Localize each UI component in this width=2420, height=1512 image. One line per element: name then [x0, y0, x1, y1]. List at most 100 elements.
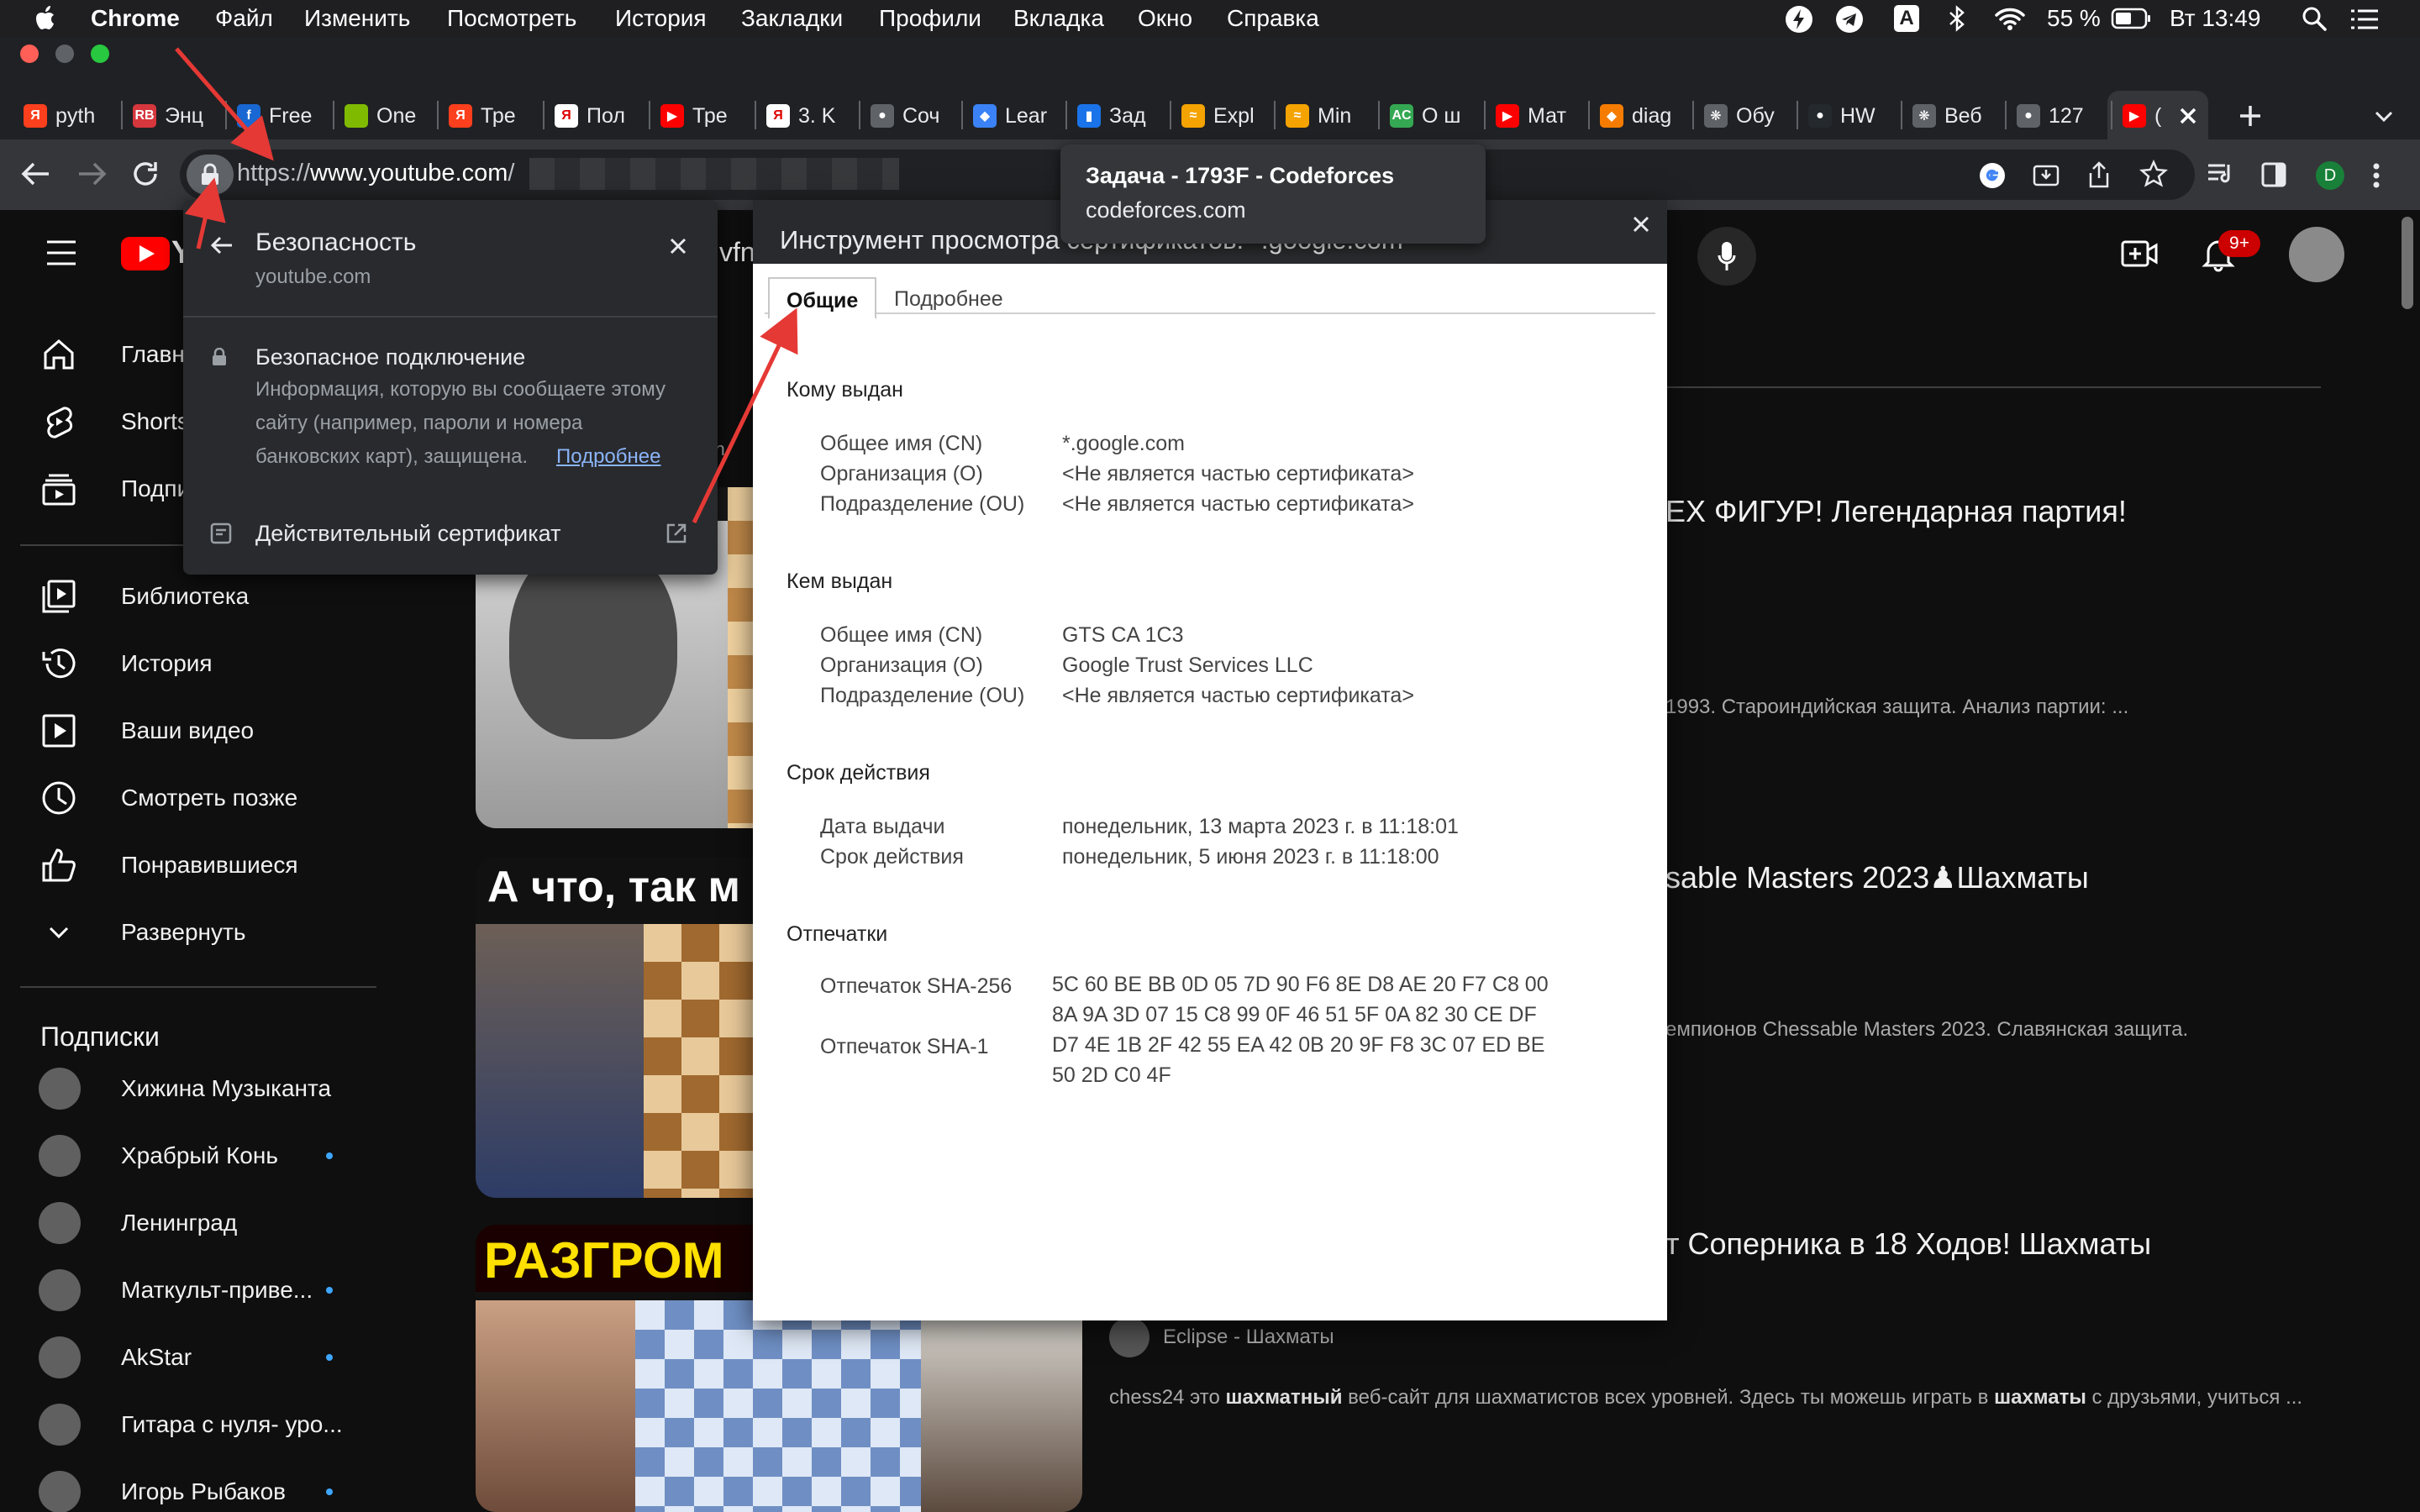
menu-history[interactable]: История	[615, 5, 707, 32]
control-center-icon[interactable]	[2349, 7, 2380, 32]
browser-tab[interactable]: ▮ Зад	[1077, 94, 1158, 138]
browser-tab[interactable]: ▶ Тре	[660, 94, 744, 138]
field-key: Срок действия	[820, 845, 964, 869]
browser-tab[interactable]: ● 127	[2017, 94, 2097, 138]
menu-profiles[interactable]: Профили	[879, 5, 981, 32]
account-avatar[interactable]	[2289, 227, 2344, 282]
close-icon[interactable]	[669, 237, 687, 255]
browser-tab[interactable]: RB Энц	[133, 94, 217, 138]
battery-icon[interactable]	[2111, 7, 2151, 30]
channel-avatar[interactable]	[1109, 1317, 1150, 1357]
side-panel-icon[interactable]	[2260, 161, 2287, 188]
subscription-item[interactable]: AkStar	[0, 1324, 370, 1391]
browser-tab[interactable]: AC О ш	[1390, 94, 1470, 138]
subscription-item[interactable]: Игорь Рыбаков	[0, 1458, 370, 1512]
tab-separator	[1065, 101, 1067, 129]
clock[interactable]: Вт 13:49	[2170, 5, 2260, 32]
menu-app-name[interactable]: Chrome	[91, 5, 180, 32]
learn-more-link[interactable]: Подробнее	[556, 445, 660, 469]
back-arrow-icon[interactable]	[210, 235, 234, 255]
bookmark-star-icon[interactable]	[2139, 160, 2168, 188]
hamburger-menu-icon[interactable]	[45, 239, 77, 267]
url-scheme: https://	[237, 160, 311, 186]
profile-avatar[interactable]: D	[2316, 161, 2344, 190]
input-source-icon[interactable]: A	[1894, 5, 1919, 32]
reload-icon[interactable]	[129, 158, 161, 190]
back-icon[interactable]	[20, 160, 52, 188]
video-title-1[interactable]: ЕХ ФИГУР! Легендарная партия!	[1665, 494, 2127, 529]
site-info-button[interactable]	[187, 155, 234, 195]
page-scrollbar[interactable]	[2391, 210, 2420, 1512]
subscription-item[interactable]: Гитара с нуля- уро...	[0, 1391, 370, 1458]
subscription-item[interactable]: Храбрый Конь	[0, 1122, 370, 1189]
browser-tab[interactable]: ● HW	[1808, 94, 1889, 138]
voice-search-button[interactable]	[1697, 227, 1756, 286]
window-minimize-button[interactable]	[55, 45, 74, 63]
menu-edit[interactable]: Изменить	[304, 5, 410, 32]
browser-tab[interactable]: ▶(	[2123, 94, 2173, 138]
window-zoom-button[interactable]	[91, 45, 109, 63]
browser-tab[interactable]: One	[345, 94, 425, 138]
new-tab-icon[interactable]	[2237, 102, 2264, 129]
create-video-icon[interactable]	[2121, 239, 2158, 269]
sidebar-item-history[interactable]: История	[0, 630, 370, 697]
browser-tab[interactable]: ◆ diag	[1600, 94, 1681, 138]
reading-list-icon[interactable]	[2207, 161, 2235, 186]
subscription-item[interactable]: Маткульт-приве...	[0, 1257, 370, 1324]
menu-view[interactable]: Посмотреть	[447, 5, 576, 32]
connection-desc-line1: Информация, которую вы сообщаете этому	[255, 378, 666, 401]
subscription-name: Ленинград	[121, 1210, 238, 1236]
browser-tab[interactable]: ≈ Expl	[1181, 94, 1262, 138]
wifi-icon[interactable]	[1993, 5, 2027, 32]
browser-tab[interactable]: Я 3. K	[766, 94, 850, 138]
channel-name[interactable]: Eclipse - Шахматы	[1163, 1326, 1334, 1349]
tab-separator	[1378, 101, 1380, 129]
browser-tab[interactable]: Я Тре	[449, 94, 533, 138]
browser-tab[interactable]: Я Пол	[555, 94, 639, 138]
subscription-item[interactable]: Хижина Музыканта	[0, 1055, 370, 1122]
browser-tab[interactable]: ≈ Min	[1286, 94, 1366, 138]
browser-tab[interactable]: Яpyth	[24, 94, 104, 138]
scrollbar-thumb[interactable]	[2402, 217, 2413, 309]
window-close-button[interactable]	[20, 45, 39, 63]
browser-tab[interactable]: f Free	[237, 94, 321, 138]
google-lens-icon[interactable]	[1978, 161, 2007, 190]
close-tab-icon[interactable]	[2176, 104, 2200, 128]
sidebar-item-liked[interactable]: Понравившиеся	[0, 832, 370, 899]
bluetooth-icon[interactable]	[1948, 5, 1966, 32]
forward-icon[interactable]	[76, 160, 108, 188]
video-title-3[interactable]: т Соперника в 18 Ходов! Шахматы	[1665, 1226, 2151, 1262]
browser-tab[interactable]: ● Соч	[871, 94, 955, 138]
subscription-item[interactable]: Ленинград	[0, 1189, 370, 1257]
certificate-row[interactable]: Действительный сертификат	[183, 502, 718, 575]
menu-window[interactable]: Окно	[1138, 5, 1192, 32]
telegram-status-icon[interactable]	[1835, 5, 1864, 34]
menu-bookmarks[interactable]: Закладки	[741, 5, 843, 32]
menu-file[interactable]: Файл	[215, 5, 273, 32]
bolt-status-icon[interactable]	[1785, 5, 1813, 34]
menu-help[interactable]: Справка	[1227, 5, 1319, 32]
url-text[interactable]: https://www.youtube.com/	[237, 160, 514, 187]
sidebar-item-watch-later[interactable]: Смотреть позже	[0, 764, 370, 832]
chrome-menu-icon[interactable]	[2371, 161, 2381, 190]
tab-search-chevron-icon[interactable]	[2371, 104, 2396, 129]
browser-tab[interactable]: ❋ Веб	[1912, 94, 1993, 138]
install-app-icon[interactable]	[2032, 161, 2060, 190]
youtube-logo-icon[interactable]	[121, 237, 170, 270]
browser-tab[interactable]: ◆ Lear	[973, 94, 1057, 138]
video-title-2[interactable]: sable Masters 2023♟Шахматы	[1665, 860, 2089, 895]
field-value: понедельник, 5 июня 2023 г. в 11:18:00	[1062, 845, 1439, 869]
tab-details[interactable]: Подробнее	[877, 277, 1020, 319]
browser-tab[interactable]: ▶ Мат	[1496, 94, 1576, 138]
tab-general[interactable]: Общие	[768, 277, 877, 319]
notifications-badge: 9+	[2218, 230, 2260, 257]
spotlight-search-icon[interactable]	[2301, 5, 2328, 32]
share-icon[interactable]	[2086, 160, 2112, 190]
sidebar-item-your-videos[interactable]: Ваши видео	[0, 697, 370, 764]
sidebar-item-expand[interactable]: Развернуть	[0, 899, 370, 966]
search-query-fragment[interactable]: vfn	[719, 237, 755, 268]
menu-tab[interactable]: Вкладка	[1013, 5, 1104, 32]
dialog-close-icon[interactable]	[1632, 215, 1650, 234]
browser-tab[interactable]: ❋ Обу	[1704, 94, 1785, 138]
apple-icon[interactable]	[34, 5, 59, 32]
